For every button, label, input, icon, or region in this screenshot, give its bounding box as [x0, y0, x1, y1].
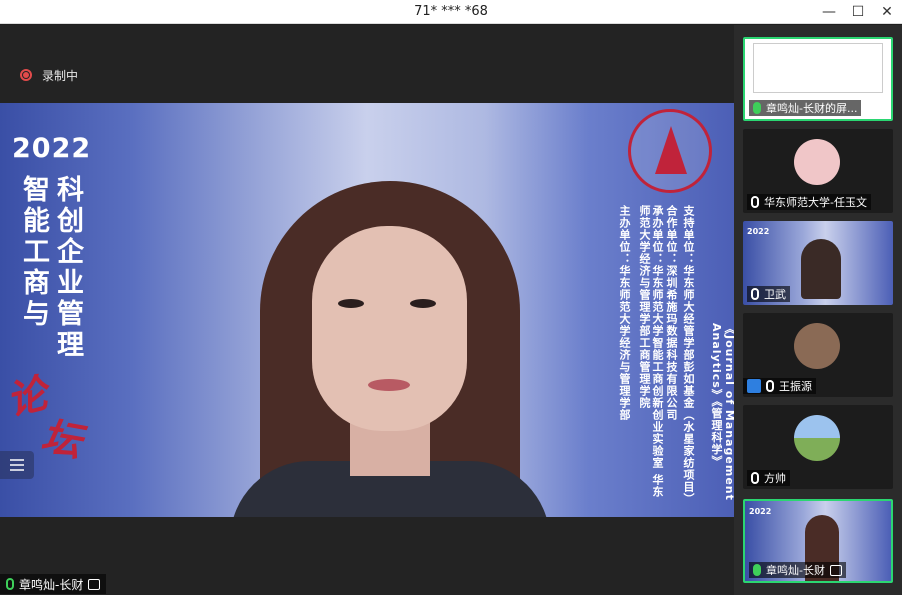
slide-journal: 《Journal of Management Analytics》《管理科学》 — [710, 323, 734, 501]
participant-name: 王振源 — [779, 380, 812, 393]
maximize-button[interactable]: ☐ — [843, 1, 873, 23]
participant-tile[interactable]: 2022 卫武 — [743, 221, 893, 305]
microphone-icon — [753, 102, 761, 114]
slide-co-host: 承办单位：华东师范大学智能工商创新创业实验室 华东师范大学经济与管理学部工商管理… — [638, 205, 664, 498]
participant-figure — [801, 239, 841, 299]
participant-label: 卫武 — [747, 286, 790, 302]
avatar — [794, 323, 840, 369]
slide-title-right: 科创企业管理 — [52, 175, 83, 361]
speaker-video: 2022 智能工商与 科创企业管理 论 坛 《Journal of Manage… — [0, 103, 734, 517]
microphone-icon — [753, 564, 761, 576]
shared-screen-thumbnail — [753, 43, 883, 93]
participant-label: 章鸣灿-长财的屏... — [749, 100, 862, 116]
participant-tile[interactable]: 华东师范大学-任玉文 — [743, 129, 893, 213]
participant-name: 卫武 — [764, 288, 786, 301]
screen-share-icon — [88, 578, 101, 590]
slide-title-left: 智能工商与 — [18, 175, 49, 330]
participant-label: 华东师范大学-任玉文 — [747, 194, 871, 210]
slide-partner: 合作单位：深圳希施玛数据科技有限公司 — [665, 205, 678, 421]
microphone-icon — [751, 472, 759, 484]
minimize-button[interactable]: — — [814, 1, 844, 23]
slide-host: 主办单位：华东师范大学经济与管理学部 — [618, 205, 631, 421]
slide-support: 支持单位：华东师大经管学部彭如基金（水星家纺项目） — [682, 205, 695, 505]
list-icon — [10, 459, 24, 471]
avatar — [794, 415, 840, 461]
list-menu-button[interactable] — [0, 451, 34, 479]
recording-indicator[interactable]: 录制中 — [20, 67, 78, 83]
participant-tile[interactable]: 方帅 — [743, 405, 893, 489]
participant-name: 章鸣灿-长财的屏... — [766, 102, 858, 115]
participant-name: 章鸣灿-长财 — [766, 564, 825, 577]
window-title: 71* *** *68 — [414, 4, 488, 19]
mini-slide-year: 2022 — [749, 507, 772, 516]
participant-tile[interactable]: 2022 章鸣灿-长财 — [743, 499, 893, 583]
microphone-muted-icon — [766, 380, 774, 392]
speaker-name: 章鸣灿-长财 — [19, 577, 84, 592]
participant-name: 方帅 — [764, 472, 786, 485]
participant-name: 华东师范大学-任玉文 — [764, 196, 867, 209]
microphone-icon — [6, 578, 14, 590]
avatar — [794, 139, 840, 185]
participant-label: 王振源 — [743, 378, 816, 394]
participant-tile[interactable]: 王振源 — [743, 313, 893, 397]
participant-label: 章鸣灿-长财 — [749, 562, 846, 578]
speaker-name-tag: 章鸣灿-长财 — [0, 574, 107, 594]
window-titlebar: 71* *** *68 — ☐ ✕ — [0, 0, 902, 24]
participant-tile[interactable]: 章鸣灿-长财的屏... — [743, 37, 893, 121]
participant-sidebar: 章鸣灿-长财的屏... 华东师范大学-任玉文 2022 卫武 王振源 方帅 20… — [734, 25, 902, 595]
mini-slide-year: 2022 — [747, 227, 770, 236]
slide-calligraphy-2: 坛 — [37, 412, 86, 467]
recording-label: 录制中 — [42, 68, 79, 83]
main-video-area: 录制中 2022 智能工商与 科创企业管理 论 坛 《Journal of Ma… — [0, 25, 734, 595]
microphone-muted-icon — [751, 196, 759, 208]
participant-label: 方帅 — [747, 470, 790, 486]
slide-year: 2022 — [12, 133, 92, 164]
record-icon — [20, 69, 32, 81]
close-button[interactable]: ✕ — [872, 1, 902, 23]
microphone-icon — [751, 288, 759, 300]
screen-share-icon — [829, 564, 842, 576]
speaker-figure — [220, 181, 560, 517]
university-logo — [628, 109, 712, 193]
person-icon — [747, 379, 761, 393]
